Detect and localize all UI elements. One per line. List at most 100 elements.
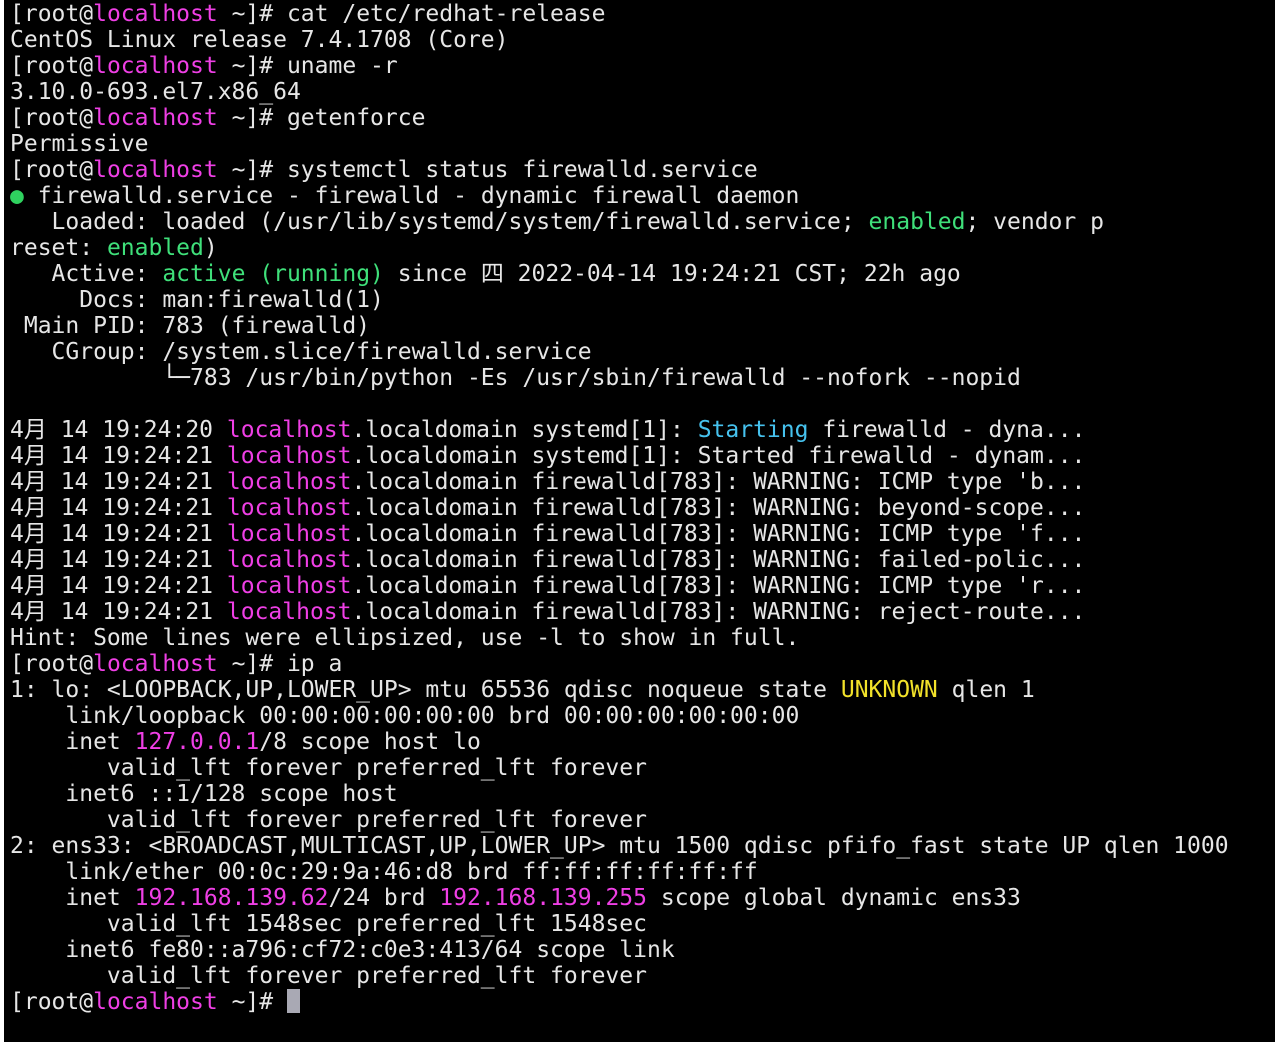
terminal-text-segment: 192.168.139.62: [134, 885, 329, 911]
terminal-text-segment: [root@: [10, 989, 94, 1015]
terminal-line: [root@localhost ~]# getenforce: [10, 105, 1275, 131]
terminal-text-segment: localhost: [93, 1, 218, 27]
terminal-text-segment: localhost: [226, 417, 352, 443]
terminal-text-segment: 4月 14 19:24:20: [10, 417, 227, 443]
terminal-line: Loaded: loaded (/usr/lib/systemd/system/…: [10, 209, 1275, 235]
terminal-line: Hint: Some lines were ellipsized, use -l…: [10, 625, 1275, 651]
terminal-line: valid_lft 1548sec preferred_lft 1548sec: [10, 911, 1275, 937]
terminal-text-segment: 192.168.139.255: [439, 885, 647, 911]
terminal-text-segment: localhost: [93, 105, 218, 131]
terminal-text-segment: localhost: [93, 157, 218, 183]
terminal-text-segment: 4月 14 19:24:21: [10, 443, 227, 469]
terminal-text-segment: .localdomain firewalld[783]: WARNING: re…: [351, 599, 1086, 625]
terminal-line: ● firewalld.service - firewalld - dynami…: [10, 183, 1275, 209]
terminal-text-segment: .localdomain firewalld[783]: WARNING: IC…: [351, 521, 1086, 547]
terminal-text-segment: ~]#: [217, 989, 287, 1015]
terminal-text-segment: 2: ens33: <BROADCAST,MULTICAST,UP,LOWER_…: [10, 833, 1229, 859]
terminal-line: [root@localhost ~]# cat /etc/redhat-rele…: [10, 1, 1275, 27]
terminal-text-segment: 4月 14 19:24:21: [10, 547, 227, 573]
terminal-text-segment: Docs: man:firewalld(1): [10, 287, 384, 313]
terminal-line: └─783 /usr/bin/python -Es /usr/sbin/fire…: [10, 365, 1275, 391]
terminal-text-segment: firewalld - dyna...: [808, 417, 1086, 443]
terminal-line: 4月 14 19:24:21 localhost.localdomain fir…: [10, 573, 1275, 599]
terminal-text-segment: 1: lo: <LOOPBACK,UP,LOWER_UP> mtu 65536 …: [10, 677, 841, 703]
terminal-line: 3.10.0-693.el7.x86_64: [10, 79, 1275, 105]
terminal-line: Active: active (running) since 四 2022-04…: [10, 261, 1275, 287]
terminal-text-segment: ; vendor p: [965, 209, 1104, 235]
terminal-text-segment: └─783 /usr/bin/python -Es /usr/sbin/fire…: [10, 365, 1021, 391]
terminal-line: 1: lo: <LOOPBACK,UP,LOWER_UP> mtu 65536 …: [10, 677, 1275, 703]
terminal-text-segment: /8 scope host lo: [259, 729, 481, 755]
terminal-text-segment: inet: [10, 885, 135, 911]
terminal-line: 4月 14 19:24:21 localhost.localdomain sys…: [10, 443, 1275, 469]
terminal-line: valid_lft forever preferred_lft forever: [10, 807, 1275, 833]
terminal-text-segment: localhost: [226, 443, 352, 469]
terminal-text-segment: Main PID: 783 (firewalld): [10, 313, 371, 339]
terminal-text-segment: localhost: [226, 599, 352, 625]
terminal-text-segment: .localdomain firewalld[783]: WARNING: be…: [351, 495, 1086, 521]
terminal-text-segment: qlen 1: [937, 677, 1035, 703]
terminal-text-segment: [root@: [10, 1, 94, 27]
terminal-text-segment: Starting: [697, 417, 809, 443]
terminal-line: 4月 14 19:24:21 localhost.localdomain fir…: [10, 469, 1275, 495]
terminal-line: CentOS Linux release 7.4.1708 (Core): [10, 27, 1275, 53]
terminal-text-segment: ~]# ip a: [217, 651, 343, 677]
terminal-text-segment: valid_lft forever preferred_lft forever: [10, 963, 647, 989]
terminal-text-segment: localhost: [226, 521, 352, 547]
terminal-line: Main PID: 783 (firewalld): [10, 313, 1275, 339]
terminal-line: 4月 14 19:24:21 localhost.localdomain fir…: [10, 599, 1275, 625]
terminal-text-segment: reset:: [10, 235, 107, 261]
terminal-line: CGroup: /system.slice/firewalld.service: [10, 339, 1275, 365]
terminal-text-segment: valid_lft 1548sec preferred_lft 1548sec: [10, 911, 647, 937]
terminal-text-segment: [root@: [10, 651, 94, 677]
terminal-line: [root@localhost ~]#: [10, 989, 1275, 1015]
terminal-text-segment: UNKNOWN: [840, 677, 938, 703]
terminal-line: link/ether 00:0c:29:9a:46:d8 brd ff:ff:f…: [10, 859, 1275, 885]
terminal-text-segment: [root@: [10, 53, 94, 79]
terminal-text-segment: localhost: [226, 469, 352, 495]
terminal-text-segment: [root@: [10, 157, 94, 183]
terminal-text-segment: 4月 14 19:24:21: [10, 599, 227, 625]
terminal-line: 4月 14 19:24:21 localhost.localdomain fir…: [10, 495, 1275, 521]
terminal-text-segment: [root@: [10, 105, 94, 131]
terminal-line: link/loopback 00:00:00:00:00:00 brd 00:0…: [10, 703, 1275, 729]
terminal-line: reset: enabled): [10, 235, 1275, 261]
terminal-line: inet 192.168.139.62/24 brd 192.168.139.2…: [10, 885, 1275, 911]
terminal-line: inet 127.0.0.1/8 scope host lo: [10, 729, 1275, 755]
terminal-text-segment: .localdomain systemd[1]: Started firewal…: [351, 443, 1086, 469]
terminal-text-segment: localhost: [93, 53, 218, 79]
terminal-text-segment: localhost: [226, 547, 352, 573]
terminal-text-segment: since 四 2022-04-14 19:24:21 CST; 22h ago: [383, 261, 961, 287]
terminal-text-segment: firewalld.service - firewalld - dynamic …: [23, 183, 800, 209]
terminal-text-segment: ~]# systemctl status firewalld.service: [217, 157, 758, 183]
terminal-window[interactable]: [root@localhost ~]# cat /etc/redhat-rele…: [4, 0, 1275, 1042]
terminal-text-segment: /24 brd: [328, 885, 440, 911]
terminal-text-segment: valid_lft forever preferred_lft forever: [10, 807, 647, 833]
cursor-block: [286, 989, 300, 1013]
terminal-line: valid_lft forever preferred_lft forever: [10, 963, 1275, 989]
terminal-text-segment: localhost: [93, 989, 218, 1015]
terminal-text-segment: 4月 14 19:24:21: [10, 521, 227, 547]
terminal-text-segment: active (running): [162, 261, 384, 287]
terminal-line: Permissive: [10, 131, 1275, 157]
terminal-line: valid_lft forever preferred_lft forever: [10, 755, 1275, 781]
terminal-text-segment: 4月 14 19:24:21: [10, 469, 227, 495]
terminal-line: Docs: man:firewalld(1): [10, 287, 1275, 313]
terminal-text-segment: Active:: [10, 261, 163, 287]
terminal-text-segment: scope global dynamic ens33: [647, 885, 1021, 911]
terminal-text-segment: link/ether 00:0c:29:9a:46:d8 brd ff:ff:f…: [10, 859, 758, 885]
terminal-text-segment: 4月 14 19:24:21: [10, 573, 227, 599]
terminal-text-segment: 4月 14 19:24:21: [10, 495, 227, 521]
terminal-text-segment: Loaded: loaded (/usr/lib/systemd/system/…: [10, 209, 869, 235]
terminal-text-segment: ~]# cat /etc/redhat-release: [217, 1, 606, 27]
terminal-line: [root@localhost ~]# systemctl status fir…: [10, 157, 1275, 183]
terminal-text-segment: link/loopback 00:00:00:00:00:00 brd 00:0…: [10, 703, 800, 729]
terminal-text-segment: inet6 fe80::a796:cf72:c0e3:413/64 scope …: [10, 937, 675, 963]
terminal-text-segment: Hint: Some lines were ellipsized, use -l…: [10, 625, 800, 651]
terminal-text-segment: 127.0.0.1: [134, 729, 260, 755]
terminal-text-segment: CentOS Linux release 7.4.1708 (Core): [10, 27, 509, 53]
status-dot-icon: ●: [10, 183, 24, 209]
terminal-line: [root@localhost ~]# uname -r: [10, 53, 1275, 79]
terminal-text-segment: Permissive: [10, 131, 149, 157]
